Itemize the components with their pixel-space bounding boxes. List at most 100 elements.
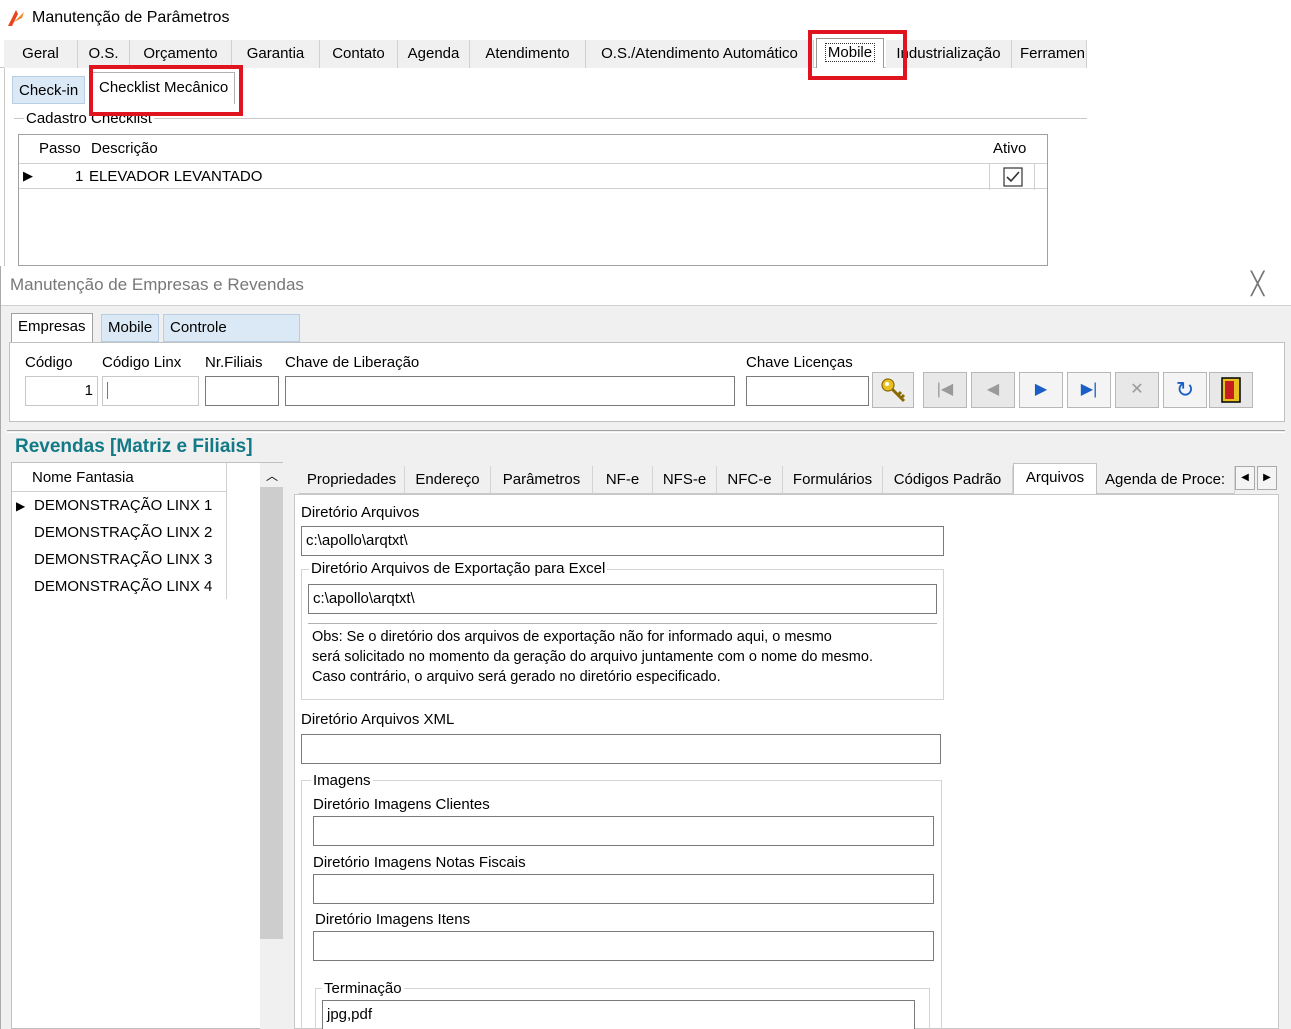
obs-note: Obs: Se o diretório dos arquivos de expo…: [308, 623, 937, 693]
group-border: [14, 118, 1087, 119]
list-item[interactable]: DEMONSTRAÇÃO LINX 2: [34, 524, 212, 541]
prior-record-button[interactable]: ◀: [971, 372, 1015, 408]
list-item[interactable]: DEMONSTRAÇÃO LINX 4: [34, 578, 212, 595]
list-scrollbar[interactable]: ︿: [260, 463, 283, 1029]
tab-arquivos[interactable]: Arquivos: [1013, 463, 1097, 494]
terminacao-label: Terminação: [322, 980, 404, 997]
last-record-icon: ▶|: [1080, 381, 1098, 398]
scroll-up-icon[interactable]: ︿: [266, 467, 278, 484]
tab-formularios[interactable]: Formulários: [783, 466, 883, 494]
dir-xml-label: Diretório Arquivos XML: [301, 711, 455, 728]
highlight-mobile-tab: [808, 30, 907, 80]
prior-record-icon: ◀: [986, 381, 1000, 398]
tab-garantia[interactable]: Garantia: [232, 40, 320, 68]
tab-atendimento[interactable]: Atendimento: [470, 40, 586, 68]
empresas-titlebar: Manutenção de Empresas e Revendas ╳: [1, 266, 1291, 306]
chave-licencas-field[interactable]: [746, 376, 869, 406]
cell-passo: 1: [75, 168, 84, 185]
tab-controle-versao[interactable]: Controle Versão/Certificado: [163, 314, 300, 362]
dir-excel-label: Diretório Arquivos de Exportação para Ex…: [309, 560, 608, 577]
chave-liberacao-label: Chave de Liberação: [285, 354, 420, 371]
tab-os-atendimento-automatico[interactable]: O.S./Atendimento Automático: [586, 40, 814, 68]
cell-descricao: ELEVADOR LEVANTADO: [89, 168, 263, 185]
tab-nfse[interactable]: NFS-e: [653, 466, 717, 494]
cell-ativo: [989, 164, 1035, 190]
img-notas-label: Diretório Imagens Notas Fiscais: [313, 854, 526, 871]
arquivos-panel: Diretório Arquivos c:\apollo\arqtxt\ Dir…: [294, 494, 1279, 1029]
terminacao-field[interactable]: jpg,pdf: [322, 1000, 915, 1029]
tab-contato[interactable]: Contato: [320, 40, 398, 68]
tab-agenda-processos[interactable]: Agenda de Proce:: [1097, 466, 1235, 494]
chave-liberacao-field[interactable]: [285, 376, 735, 406]
key-button[interactable]: [872, 372, 914, 408]
scrollbar-thumb[interactable]: [260, 487, 283, 939]
list-item[interactable]: DEMONSTRAÇÃO LINX 3: [34, 551, 212, 568]
dir-excel-field[interactable]: c:\apollo\arqtxt\: [308, 584, 937, 614]
first-record-button[interactable]: |◀: [923, 372, 967, 408]
checkbox-checked-icon[interactable]: [1003, 167, 1023, 187]
separator: [7, 430, 1285, 433]
parametros-titlebar: Manutenção de Parâmetros: [0, 0, 1087, 38]
codigo-field[interactable]: 1: [25, 376, 98, 406]
chave-licencas-label: Chave Licenças: [746, 354, 853, 371]
subtab-check-in[interactable]: Check-in: [12, 76, 86, 104]
dir-xml-field[interactable]: [301, 734, 941, 764]
col-ativo: Ativo: [993, 140, 1027, 157]
key-icon: [881, 378, 906, 403]
imagens-title: Imagens: [311, 772, 373, 789]
tab-orcamento[interactable]: Orçamento: [130, 40, 232, 68]
tab-ferramentas[interactable]: Ferramen: [1012, 40, 1087, 68]
tab-nfe[interactable]: NF-e: [593, 466, 653, 494]
window-title: Manutenção de Parâmetros: [32, 9, 230, 26]
tab-codigos-padrao[interactable]: Códigos Padrão: [883, 466, 1013, 494]
tabs-scroll-left-icon[interactable]: ◀: [1235, 466, 1255, 490]
img-notas-field[interactable]: [313, 874, 934, 904]
revenda-tabbar: Propriedades Endereço Parâmetros NF-e NF…: [295, 463, 1281, 494]
tab-mobile[interactable]: Mobile: [101, 314, 160, 342]
col-descricao: Descrição: [91, 140, 158, 157]
empresas-window: Manutenção de Empresas e Revendas ╳ Empr…: [0, 266, 1291, 1029]
parametros-window: Manutenção de Parâmetros Geral O.S. Orça…: [0, 0, 1087, 266]
tab-geral[interactable]: Geral: [4, 40, 78, 68]
app-logo-icon: [8, 10, 24, 26]
table-row[interactable]: ▶ 1 ELEVADOR LEVANTADO: [19, 163, 1047, 190]
cancel-button[interactable]: ✕: [1115, 372, 1159, 408]
list-item[interactable]: DEMONSTRAÇÃO LINX 1: [34, 497, 212, 514]
dir-arquivos-field[interactable]: c:\apollo\arqtxt\: [301, 526, 944, 556]
codigo-label: Código: [25, 354, 73, 371]
next-record-icon: ▶: [1034, 381, 1048, 398]
checklist-grid[interactable]: Passo Descrição Ativo ▶ 1 ELEVADOR LEVAN…: [18, 134, 1048, 266]
first-record-icon: |◀: [936, 381, 954, 398]
exit-icon: [1221, 377, 1241, 403]
exit-button[interactable]: [1209, 372, 1253, 408]
window-title: Manutenção de Empresas e Revendas: [10, 275, 304, 294]
row-indicator-icon: ▶: [16, 499, 26, 513]
dir-arquivos-label: Diretório Arquivos: [301, 504, 420, 521]
tab-propriedades[interactable]: Propriedades: [299, 466, 405, 494]
refresh-button[interactable]: ↻: [1163, 372, 1207, 408]
codigo-linx-label: Código Linx: [102, 354, 182, 371]
tab-empresas[interactable]: Empresas: [11, 313, 93, 342]
revendas-list[interactable]: Nome Fantasia ▶ DEMONSTRAÇÃO LINX 1 DEMO…: [11, 462, 283, 1029]
tab-parametros[interactable]: Parâmetros: [491, 466, 593, 494]
refresh-icon: ↻: [1175, 377, 1195, 402]
nr-filiais-field[interactable]: [205, 376, 279, 406]
list-header-nome-fantasia: Nome Fantasia: [32, 469, 134, 486]
img-itens-label: Diretório Imagens Itens: [315, 911, 471, 928]
codigo-linx-field[interactable]: [102, 376, 199, 406]
cancel-icon: ✕: [1130, 381, 1144, 398]
last-record-button[interactable]: ▶|: [1067, 372, 1111, 408]
img-clientes-field[interactable]: [313, 816, 934, 846]
close-icon[interactable]: ╳: [1251, 271, 1264, 297]
next-record-button[interactable]: ▶: [1019, 372, 1063, 408]
tab-nfce[interactable]: NFC-e: [717, 466, 783, 494]
tab-agenda[interactable]: Agenda: [398, 40, 470, 68]
img-clientes-label: Diretório Imagens Clientes: [313, 796, 490, 813]
col-passo: Passo: [39, 140, 81, 157]
tab-os[interactable]: O.S.: [78, 40, 130, 68]
highlight-checklist-subtab: [89, 65, 243, 116]
nr-filiais-label: Nr.Filiais: [205, 354, 263, 371]
tabs-scroll-right-icon[interactable]: ▶: [1257, 466, 1277, 490]
img-itens-field[interactable]: [313, 931, 934, 961]
tab-endereco[interactable]: Endereço: [405, 466, 491, 494]
